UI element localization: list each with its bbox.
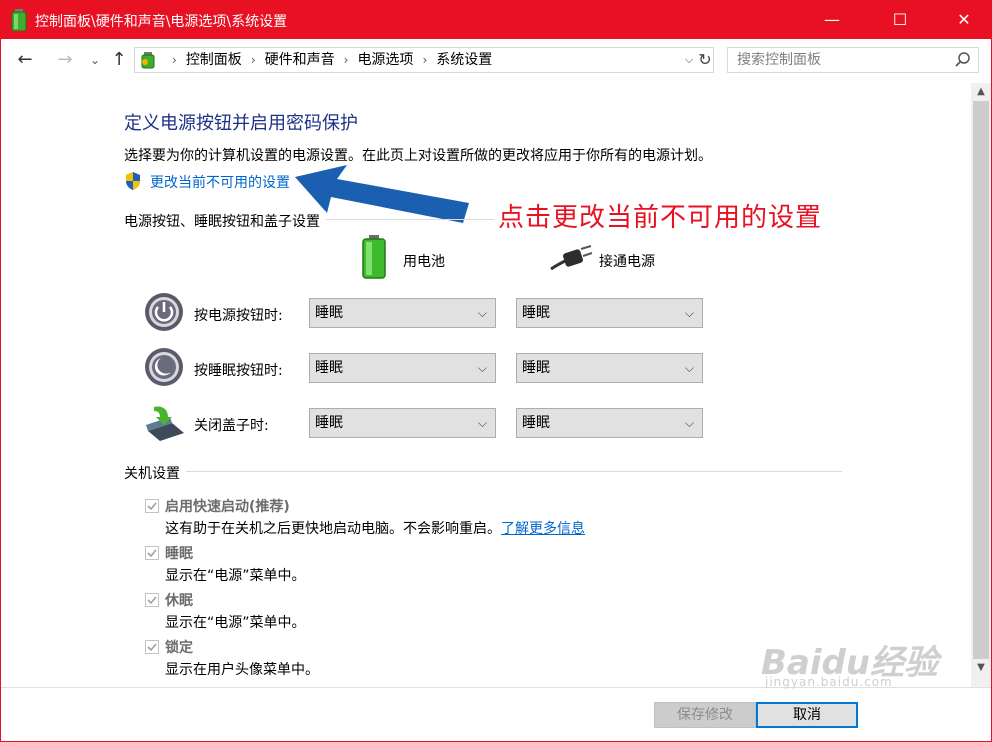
address-bar[interactable]: › 控制面板 › 硬件和声音 › 电源选项 › 系统设置 ⌵ bbox=[134, 47, 714, 73]
lock-checkbox[interactable] bbox=[145, 640, 159, 654]
power-plug-icon bbox=[550, 245, 593, 271]
up-arrow-icon[interactable]: ↑ bbox=[107, 47, 131, 73]
back-arrow-icon[interactable]: ← bbox=[13, 47, 37, 73]
battery-column-label: 用电池 bbox=[403, 254, 445, 270]
control-panel-icon bbox=[141, 52, 155, 69]
lock-option-desc: 显示在用户头像菜单中。 bbox=[165, 662, 319, 678]
chevron-down-icon: ⌵ bbox=[477, 361, 487, 375]
breadcrumb-separator-icon: › bbox=[172, 53, 177, 67]
control-panel-window: 控制面板\硬件和声音\电源选项\系统设置 — ☐ ✕ ← → ⌄ ↑ › 控制面板… bbox=[0, 0, 992, 742]
battery-icon bbox=[362, 235, 386, 279]
breadcrumb-separator-icon[interactable]: › bbox=[344, 53, 349, 67]
select-value: 睡眠 bbox=[522, 305, 550, 321]
save-changes-button[interactable]: 保存修改 bbox=[654, 702, 756, 728]
chevron-down-icon: ⌵ bbox=[684, 306, 694, 320]
fast-startup-label: 启用快速启动(推荐) bbox=[165, 499, 290, 515]
breadcrumb-item-power-options[interactable]: 电源选项 bbox=[357, 52, 413, 68]
chevron-down-icon: ⌵ bbox=[477, 416, 487, 430]
chevron-down-icon: ⌵ bbox=[684, 361, 694, 375]
baidu-watermark-logo: Baidu经验 jingyan.baidu.com bbox=[761, 635, 941, 689]
lid-close-label: 关闭盖子时: bbox=[194, 418, 269, 434]
search-icon[interactable] bbox=[954, 51, 972, 69]
breadcrumb-item-hardware-sound[interactable]: 硬件和声音 bbox=[265, 52, 335, 68]
page-title: 定义电源按钮并启用密码保护 bbox=[124, 113, 358, 134]
breadcrumb-separator-icon[interactable]: › bbox=[422, 53, 427, 67]
close-button[interactable]: ✕ bbox=[941, 1, 987, 39]
scroll-thumb[interactable] bbox=[973, 101, 989, 659]
select-value: 睡眠 bbox=[315, 415, 343, 431]
breadcrumb: › 控制面板 › 硬件和声音 › 电源选项 › 系统设置 bbox=[163, 48, 492, 72]
shutdown-group-label: 关机设置 bbox=[124, 463, 186, 483]
uac-shield-icon bbox=[126, 172, 140, 190]
hibernate-option-desc: 显示在“电源”菜单中。 bbox=[165, 615, 306, 631]
power-options-icon bbox=[11, 9, 27, 31]
forward-arrow-icon[interactable]: → bbox=[53, 47, 77, 73]
vertical-scrollbar[interactable]: ▲ ▼ bbox=[971, 83, 991, 687]
laptop-lid-icon bbox=[146, 406, 184, 441]
learn-more-link[interactable]: 了解更多信息 bbox=[501, 521, 585, 537]
sleep-option-desc: 显示在“电源”菜单中。 bbox=[165, 568, 306, 584]
fast-startup-checkbox[interactable] bbox=[145, 499, 159, 513]
window-title: 控制面板\硬件和声音\电源选项\系统设置 bbox=[35, 14, 288, 30]
sleep-button-battery-select[interactable]: 睡眠 ⌵ bbox=[309, 353, 496, 383]
select-value: 睡眠 bbox=[315, 360, 343, 376]
main-content: 定义电源按钮并启用密码保护 选择要为你的计算机设置的电源设置。在此页上对设置所做… bbox=[1, 83, 971, 687]
recent-locations-chevron-icon[interactable]: ⌄ bbox=[83, 47, 107, 73]
power-button-label: 按电源按钮时: bbox=[194, 308, 283, 324]
maximize-button[interactable]: ☐ bbox=[877, 1, 923, 39]
sleep-button-label: 按睡眠按钮时: bbox=[194, 363, 283, 379]
checkmark-icon bbox=[147, 596, 157, 605]
scroll-up-icon[interactable]: ▲ bbox=[971, 83, 991, 101]
checkmark-icon bbox=[147, 502, 157, 511]
power-group-label: 电源按钮、睡眠按钮和盖子设置 bbox=[124, 211, 326, 231]
hibernate-option-label: 休眠 bbox=[165, 593, 193, 609]
sleep-option-label: 睡眠 bbox=[165, 546, 193, 562]
footer-bar: 保存修改 取消 bbox=[1, 687, 991, 741]
checkmark-icon bbox=[147, 549, 157, 558]
minimize-button[interactable]: — bbox=[809, 1, 855, 39]
hibernate-checkbox[interactable] bbox=[145, 593, 159, 607]
search-input[interactable] bbox=[728, 48, 957, 72]
sleep-button-icon bbox=[145, 348, 183, 386]
power-button-plugged-select[interactable]: 睡眠 ⌵ bbox=[516, 298, 703, 328]
watermark-subtext: jingyan.baidu.com bbox=[765, 675, 893, 689]
chevron-down-icon: ⌵ bbox=[477, 306, 487, 320]
fast-startup-desc: 这有助于在关机之后更快地启动电脑。不会影响重启。了解更多信息 bbox=[165, 518, 585, 538]
shutdown-group-divider bbox=[124, 471, 842, 472]
breadcrumb-item-system-settings[interactable]: 系统设置 bbox=[436, 52, 492, 68]
search-box[interactable] bbox=[727, 47, 979, 73]
power-button-battery-select[interactable]: 睡眠 ⌵ bbox=[309, 298, 496, 328]
change-unavailable-settings-link[interactable]: 更改当前不可用的设置 bbox=[150, 172, 290, 192]
lid-close-plugged-select[interactable]: 睡眠 ⌵ bbox=[516, 408, 703, 438]
select-value: 睡眠 bbox=[522, 360, 550, 376]
chevron-down-icon: ⌵ bbox=[684, 416, 694, 430]
checkmark-icon bbox=[147, 643, 157, 652]
annotation-text: 点击更改当前不可用的设置 bbox=[498, 203, 823, 233]
select-value: 睡眠 bbox=[522, 415, 550, 431]
title-bar[interactable]: 控制面板\硬件和声音\电源选项\系统设置 — ☐ ✕ bbox=[1, 1, 991, 39]
scroll-down-icon[interactable]: ▼ bbox=[971, 659, 991, 677]
page-description: 选择要为你的计算机设置的电源设置。在此页上对设置所做的更改将应用于你所有的电源计… bbox=[124, 148, 712, 164]
navigation-bar: ← → ⌄ ↑ › 控制面板 › 硬件和声音 › 电源选项 › 系统设置 ⌵ ↻ bbox=[1, 39, 991, 83]
lid-close-battery-select[interactable]: 睡眠 ⌵ bbox=[309, 408, 496, 438]
cancel-button[interactable]: 取消 bbox=[756, 702, 858, 728]
power-button-icon bbox=[145, 293, 183, 331]
sleep-button-plugged-select[interactable]: 睡眠 ⌵ bbox=[516, 353, 703, 383]
plugged-column-label: 接通电源 bbox=[599, 254, 655, 270]
refresh-icon[interactable]: ↻ bbox=[695, 48, 715, 72]
lock-option-label: 锁定 bbox=[165, 640, 193, 656]
sleep-checkbox[interactable] bbox=[145, 546, 159, 560]
breadcrumb-separator-icon[interactable]: › bbox=[251, 53, 256, 67]
breadcrumb-item-control-panel[interactable]: 控制面板 bbox=[186, 52, 242, 68]
select-value: 睡眠 bbox=[315, 305, 343, 321]
fast-startup-desc-text: 这有助于在关机之后更快地启动电脑。不会影响重启。 bbox=[165, 521, 501, 537]
